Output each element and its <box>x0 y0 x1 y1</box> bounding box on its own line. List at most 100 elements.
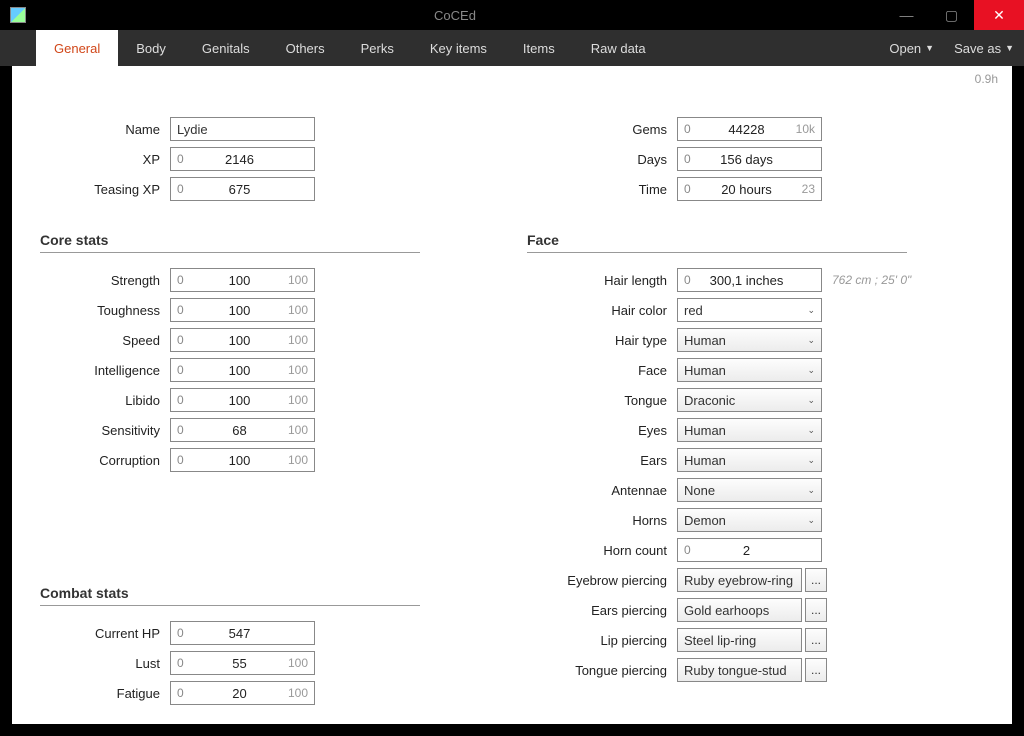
maximize-button[interactable]: ▢ <box>929 0 974 30</box>
chevron-down-icon: ⌄ <box>807 485 815 496</box>
core-input-1[interactable]: 0100100 <box>170 298 315 322</box>
tab-bar: General Body Genitals Others Perks Key i… <box>0 30 1024 66</box>
label-horn-count: Horn count <box>527 543 677 558</box>
label-tongue-piercing: Tongue piercing <box>527 663 677 678</box>
ears-combo[interactable]: Human⌄ <box>677 448 822 472</box>
chevron-down-icon: ⌄ <box>807 365 815 376</box>
open-menu[interactable]: Open▼ <box>879 30 944 66</box>
content-area: 0.9h Name Lydie XP 02146 Teasing XP 0675 <box>12 66 1012 724</box>
label-eyebrow-piercing: Eyebrow piercing <box>527 573 677 588</box>
face-title: Face <box>527 232 907 253</box>
label-eyes: Eyes <box>527 423 677 438</box>
chevron-down-icon: ⌄ <box>807 335 815 346</box>
horn-count-input[interactable]: 02 <box>677 538 822 562</box>
label-core-2: Speed <box>40 333 170 348</box>
chevron-down-icon: ⌄ <box>807 425 815 436</box>
horns-combo[interactable]: Demon⌄ <box>677 508 822 532</box>
app-icon <box>10 7 26 23</box>
teasing-xp-input[interactable]: 0675 <box>170 177 315 201</box>
days-input[interactable]: 0156 days <box>677 147 822 171</box>
hair-type-combo[interactable]: Human⌄ <box>677 328 822 352</box>
tongue-piercing-more-button[interactable]: ... <box>805 658 827 682</box>
label-xp: XP <box>40 152 170 167</box>
titlebar: CoCEd — ▢ ✕ <box>0 0 1024 30</box>
left-column: Name Lydie XP 02146 Teasing XP 0675 Core… <box>40 114 497 708</box>
hair-length-input[interactable]: 0300,1 inches <box>677 268 822 292</box>
label-combat-0: Current HP <box>40 626 170 641</box>
combat-input-0[interactable]: 0547 <box>170 621 315 645</box>
label-ears-piercing: Ears piercing <box>527 603 677 618</box>
label-core-1: Toughness <box>40 303 170 318</box>
label-name: Name <box>40 122 170 137</box>
right-column: Gems 04422810k Days 0156 days Time 020 h… <box>527 114 984 708</box>
tab-body[interactable]: Body <box>118 30 184 66</box>
chevron-down-icon: ▼ <box>1005 43 1014 53</box>
label-hair-type: Hair type <box>527 333 677 348</box>
label-lip-piercing: Lip piercing <box>527 633 677 648</box>
lip-piercing-combo[interactable]: Steel lip-ring <box>677 628 802 652</box>
label-teasing-xp: Teasing XP <box>40 182 170 197</box>
label-combat-2: Fatigue <box>40 686 170 701</box>
eyebrow-piercing-more-button[interactable]: ... <box>805 568 827 592</box>
gems-input[interactable]: 04422810k <box>677 117 822 141</box>
version-label: 0.9h <box>975 72 998 86</box>
label-hair-length: Hair length <box>527 273 677 288</box>
combat-input-1[interactable]: 055100 <box>170 651 315 675</box>
label-tongue: Tongue <box>527 393 677 408</box>
combat-stats-title: Combat stats <box>40 585 420 606</box>
tab-general[interactable]: General <box>36 30 118 66</box>
label-core-4: Libido <box>40 393 170 408</box>
name-input[interactable]: Lydie <box>170 117 315 141</box>
chevron-down-icon: ▼ <box>925 43 934 53</box>
antennae-combo[interactable]: None⌄ <box>677 478 822 502</box>
hair-length-hint: 762 cm ; 25' 0" <box>832 273 911 287</box>
core-input-3[interactable]: 0100100 <box>170 358 315 382</box>
label-core-0: Strength <box>40 273 170 288</box>
label-core-6: Corruption <box>40 453 170 468</box>
tab-key-items[interactable]: Key items <box>412 30 505 66</box>
chevron-down-icon: ⌄ <box>807 515 815 526</box>
core-input-5[interactable]: 068100 <box>170 418 315 442</box>
tab-genitals[interactable]: Genitals <box>184 30 268 66</box>
label-hair-color: Hair color <box>527 303 677 318</box>
ears-piercing-more-button[interactable]: ... <box>805 598 827 622</box>
label-horns: Horns <box>527 513 677 528</box>
label-face: Face <box>527 363 677 378</box>
core-input-6[interactable]: 0100100 <box>170 448 315 472</box>
label-core-5: Sensitivity <box>40 423 170 438</box>
label-days: Days <box>527 152 677 167</box>
chevron-down-icon: ⌄ <box>807 395 815 406</box>
close-button[interactable]: ✕ <box>974 0 1024 30</box>
core-input-2[interactable]: 0100100 <box>170 328 315 352</box>
ears-piercing-combo[interactable]: Gold earhoops <box>677 598 802 622</box>
eyebrow-piercing-combo[interactable]: Ruby eyebrow-ring <box>677 568 802 592</box>
label-time: Time <box>527 182 677 197</box>
time-input[interactable]: 020 hours23 <box>677 177 822 201</box>
tongue-piercing-combo[interactable]: Ruby tongue-stud <box>677 658 802 682</box>
label-combat-1: Lust <box>40 656 170 671</box>
hair-color-combo[interactable]: red⌄ <box>677 298 822 322</box>
xp-input[interactable]: 02146 <box>170 147 315 171</box>
window-controls: — ▢ ✕ <box>884 0 1024 30</box>
core-input-4[interactable]: 0100100 <box>170 388 315 412</box>
tab-raw-data[interactable]: Raw data <box>573 30 664 66</box>
label-ears: Ears <box>527 453 677 468</box>
label-core-3: Intelligence <box>40 363 170 378</box>
tongue-combo[interactable]: Draconic⌄ <box>677 388 822 412</box>
tab-items[interactable]: Items <box>505 30 573 66</box>
combat-input-2[interactable]: 020100 <box>170 681 315 705</box>
tab-others[interactable]: Others <box>268 30 343 66</box>
tab-perks[interactable]: Perks <box>343 30 412 66</box>
window-title: CoCEd <box>26 8 884 23</box>
eyes-combo[interactable]: Human⌄ <box>677 418 822 442</box>
minimize-button[interactable]: — <box>884 0 929 30</box>
app-window: CoCEd — ▢ ✕ General Body Genitals Others… <box>0 0 1024 736</box>
label-antennae: Antennae <box>527 483 677 498</box>
saveas-menu[interactable]: Save as▼ <box>944 30 1024 66</box>
core-stats-title: Core stats <box>40 232 420 253</box>
lip-piercing-more-button[interactable]: ... <box>805 628 827 652</box>
chevron-down-icon: ⌄ <box>807 305 815 316</box>
label-gems: Gems <box>527 122 677 137</box>
face-combo[interactable]: Human⌄ <box>677 358 822 382</box>
core-input-0[interactable]: 0100100 <box>170 268 315 292</box>
